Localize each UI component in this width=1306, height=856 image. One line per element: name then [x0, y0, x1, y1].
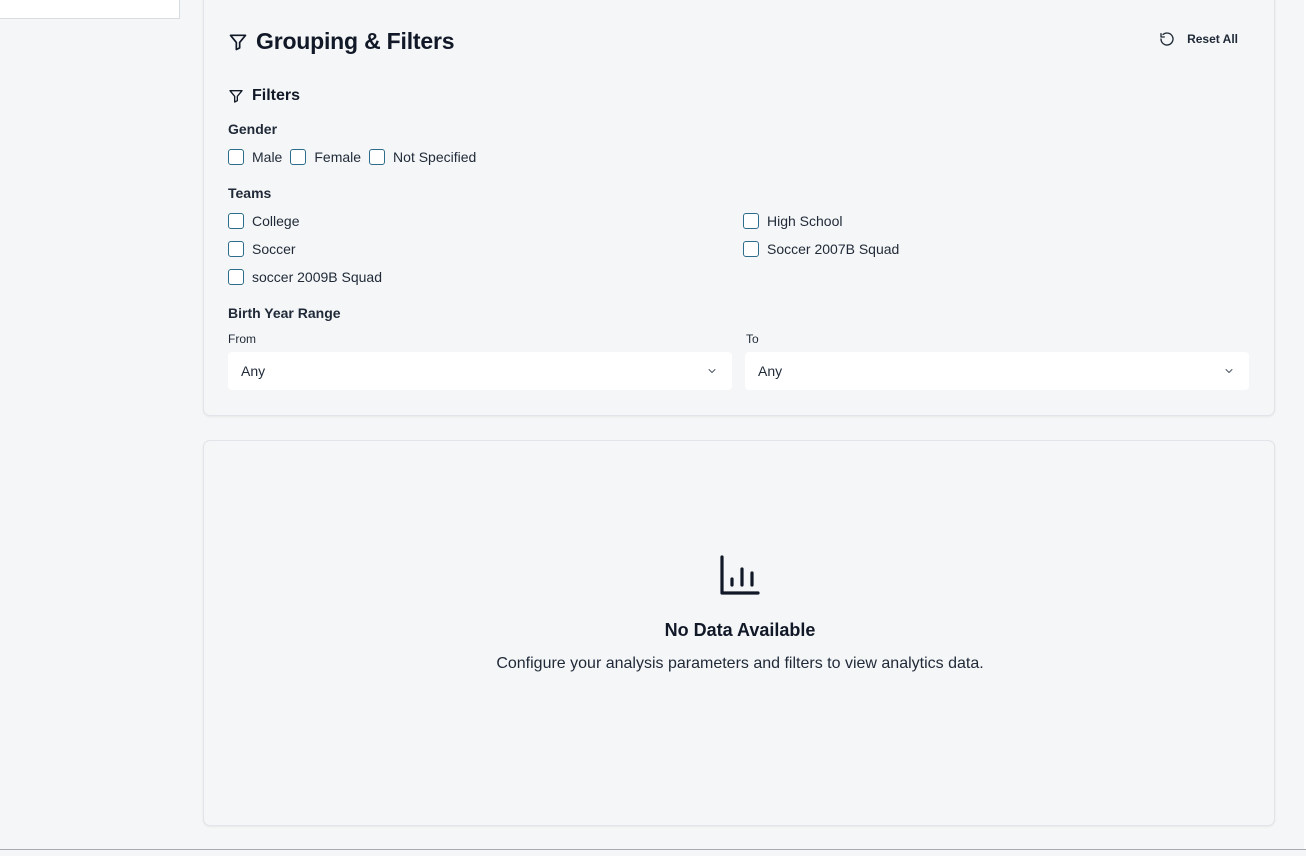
- gender-not-specified-checkbox[interactable]: [369, 149, 386, 165]
- card-title: Grouping & Filters: [256, 28, 455, 54]
- team-option-college[interactable]: College: [228, 213, 307, 229]
- gender-male-label[interactable]: Male: [252, 149, 282, 165]
- gender-not-specified-label[interactable]: Not Specified: [393, 149, 476, 165]
- analytics-card: No Data Available Configure your analysi…: [203, 440, 1275, 826]
- birth-year-range-label: Birth Year Range: [228, 305, 341, 321]
- filter-icon: [229, 34, 247, 50]
- gender-female-label[interactable]: Female: [314, 149, 361, 165]
- birth-year-to-select[interactable]: Any: [745, 352, 1249, 390]
- birth-year-from-value: Any: [241, 363, 266, 379]
- teams-label: Teams: [228, 185, 272, 201]
- reset-all-label: Reset All: [1187, 32, 1238, 46]
- filters-subheader: Filters: [228, 87, 300, 105]
- to-label: To: [746, 332, 759, 346]
- gender-options: Male Female Not Specified: [228, 149, 484, 165]
- chevron-down-icon: [1225, 369, 1233, 373]
- gender-female-checkbox[interactable]: [290, 149, 307, 165]
- team-soccer-checkbox[interactable]: [228, 241, 244, 257]
- empty-state-title: No Data Available: [664, 620, 816, 640]
- team-soccer-2007b-label[interactable]: Soccer 2007B Squad: [767, 241, 899, 257]
- team-option-soccer-2009b[interactable]: soccer 2009B Squad: [228, 269, 390, 285]
- bar-chart-icon: [720, 555, 760, 595]
- grouping-filters-card: Grouping & Filters Reset All Filters Gen…: [203, 0, 1275, 416]
- team-college-label[interactable]: College: [252, 213, 299, 229]
- filters-title: Filters: [252, 87, 301, 104]
- filter-icon: [229, 90, 243, 103]
- birth-year-from-select[interactable]: Any: [228, 352, 732, 390]
- gender-male-checkbox[interactable]: [228, 149, 244, 165]
- empty-state-description: Configure your analysis parameters and f…: [496, 655, 984, 672]
- card-header: Grouping & Filters: [228, 28, 454, 55]
- left-panel: [0, 0, 180, 19]
- team-college-checkbox[interactable]: [228, 213, 244, 229]
- team-soccer-2007b-checkbox[interactable]: [743, 241, 759, 257]
- team-option-soccer[interactable]: Soccer: [228, 241, 304, 257]
- reset-icon: [1160, 32, 1174, 46]
- from-label: From: [228, 332, 256, 346]
- empty-state: No Data Available Configure your analysi…: [204, 551, 1276, 673]
- chevron-down-icon: [708, 369, 716, 373]
- team-soccer-label[interactable]: Soccer: [252, 241, 296, 257]
- team-option-soccer-2007b[interactable]: Soccer 2007B Squad: [743, 241, 907, 257]
- gender-label: Gender: [228, 121, 278, 137]
- team-soccer-2009b-label[interactable]: soccer 2009B Squad: [252, 269, 382, 285]
- reset-all-button[interactable]: Reset All: [1159, 31, 1238, 47]
- team-option-high-school[interactable]: High School: [743, 213, 851, 229]
- birth-year-to-value: Any: [758, 363, 783, 379]
- team-high-school-label[interactable]: High School: [767, 213, 843, 229]
- window-bottom-edge: [0, 849, 1306, 850]
- team-soccer-2009b-checkbox[interactable]: [228, 269, 244, 285]
- team-high-school-checkbox[interactable]: [743, 213, 759, 229]
